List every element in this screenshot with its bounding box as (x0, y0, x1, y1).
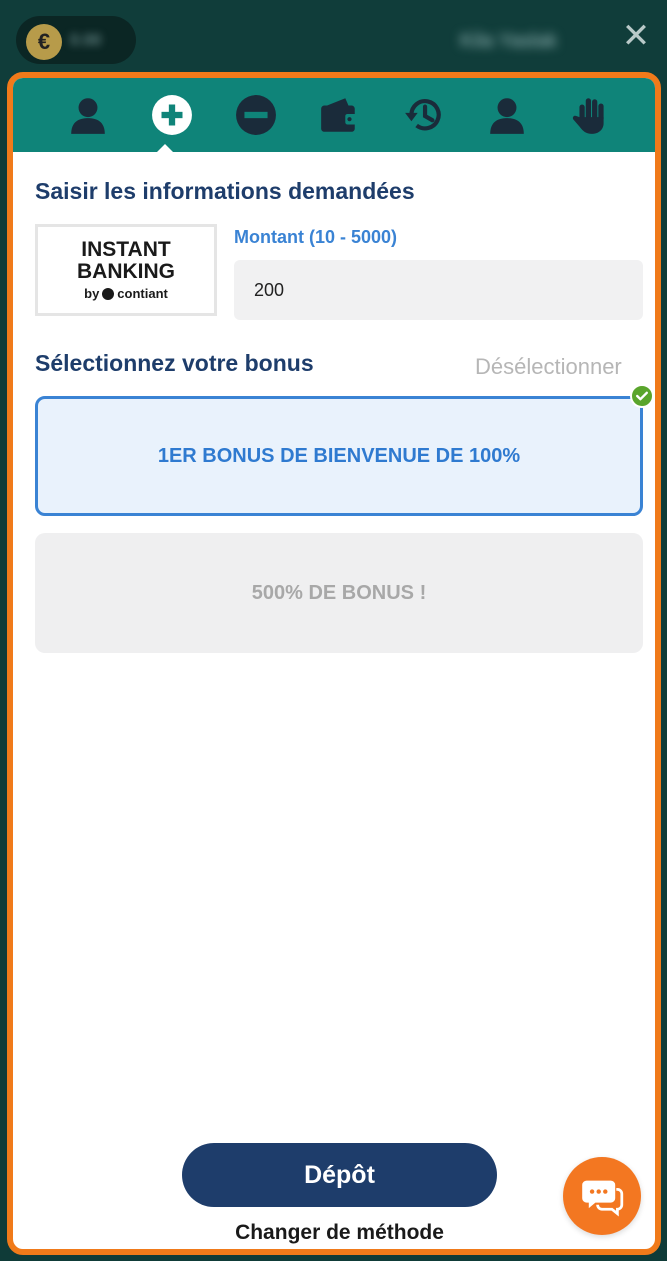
amount-input[interactable] (234, 260, 643, 320)
tab-account[interactable] (479, 90, 535, 140)
minus-circle-icon (236, 95, 276, 135)
tab-deposit[interactable] (144, 90, 200, 140)
deselect-link[interactable]: Désélectionner (475, 354, 622, 380)
tab-responsible-gaming[interactable] (563, 90, 619, 140)
form-title: Saisir les informations demandées (35, 178, 415, 204)
wallet-icon (321, 98, 358, 132)
plus-circle-icon (152, 95, 192, 135)
logo-by: by (84, 286, 100, 301)
balance-amount: 0.00 (70, 32, 102, 49)
bonus-option-welcome[interactable]: 1ER BONUS DE BIENVENUE DE 100% (35, 396, 643, 516)
logo-line2: BANKING (77, 260, 175, 283)
username: Kila Yaslak (460, 30, 558, 52)
logo-line1: INSTANT (81, 238, 171, 261)
account-icon (490, 98, 524, 134)
change-method-link[interactable]: Changer de méthode (182, 1221, 497, 1245)
tab-wallet[interactable] (311, 90, 367, 140)
active-tab-pointer (156, 144, 174, 153)
check-icon (630, 384, 654, 408)
profile-icon (71, 98, 105, 134)
payment-method-logo[interactable]: INSTANT BANKING by contiant (35, 224, 217, 316)
chat-icon (582, 1180, 624, 1217)
bonus-option-label: 500% DE BONUS ! (251, 581, 427, 604)
tab-history[interactable] (396, 90, 452, 140)
euro-coin-icon: € (26, 24, 62, 60)
top-bar: € 0.00 Kila Yaslak ✕ (0, 0, 667, 80)
deposit-button[interactable]: Dépôt (182, 1143, 497, 1207)
tab-withdraw[interactable] (228, 90, 284, 140)
history-icon (405, 99, 441, 131)
cashier-modal: Saisir les informations demandées INSTAN… (7, 72, 661, 1255)
tab-bar (13, 78, 655, 153)
hand-icon (572, 98, 604, 134)
logo-brand: contiant (117, 286, 168, 301)
bonus-option-label: 1ER BONUS DE BIENVENUE DE 100% (157, 444, 521, 467)
contiant-logo-icon (102, 287, 115, 300)
close-icon[interactable]: ✕ (618, 18, 654, 54)
logo-byline: by contiant (38, 286, 214, 301)
tab-profile[interactable] (60, 90, 116, 140)
bonus-title: Sélectionnez votre bonus (35, 350, 314, 376)
amount-label: Montant (10 - 5000) (234, 227, 398, 247)
chat-button[interactable] (563, 1157, 641, 1235)
bonus-option-500[interactable]: 500% DE BONUS ! (35, 533, 643, 653)
